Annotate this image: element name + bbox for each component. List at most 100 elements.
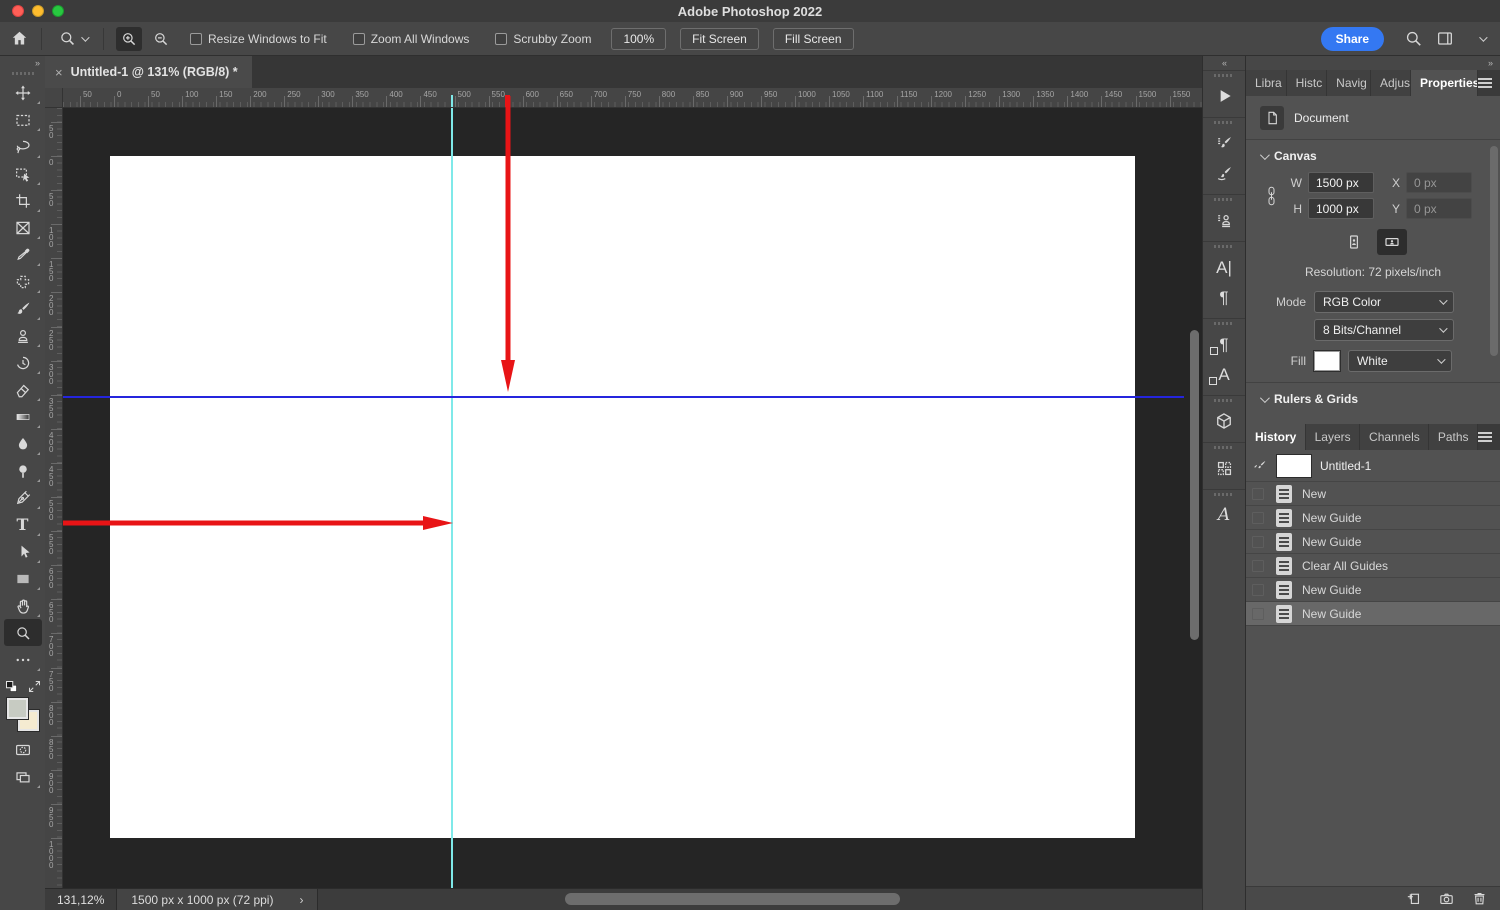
tab-history[interactable]: History (1246, 424, 1306, 450)
tab-paths[interactable]: Paths (1428, 424, 1478, 450)
scrubby-zoom-checkbox[interactable]: Scrubby Zoom (495, 32, 591, 46)
rectangular-marquee-tool[interactable] (4, 106, 42, 133)
zoom-percentage[interactable]: 131,12% (45, 893, 116, 907)
paragraph-panel-button[interactable]: ¶ (1205, 282, 1243, 312)
toolbar-grip[interactable] (11, 72, 34, 75)
close-tab-icon[interactable]: × (55, 65, 63, 80)
tab-layers[interactable]: Layers (1305, 424, 1361, 450)
canvas[interactable] (110, 156, 1135, 838)
panel-menu-icon[interactable] (1478, 78, 1493, 88)
foreground-color-swatch[interactable] (6, 698, 28, 719)
horizontal-scrollbar[interactable] (565, 893, 900, 905)
horizontal-guide[interactable] (63, 396, 1184, 398)
document-tab[interactable]: × Untitled-1 @ 131% (RGB/8) * (45, 56, 252, 88)
vertical-guide[interactable] (451, 108, 453, 888)
history-source-checkbox[interactable] (1252, 607, 1264, 620)
tab-navigator[interactable]: Navig (1327, 70, 1371, 96)
history-item[interactable]: New Guide (1246, 578, 1500, 602)
horizontal-ruler[interactable]: 50 0 50 100 150 200 250 300 350 400 450 500 550 600 65… (45, 88, 1202, 108)
history-source-checkbox[interactable] (1252, 535, 1264, 548)
brush-settings-panel-button[interactable] (1205, 128, 1243, 158)
canvas-section-header[interactable]: Canvas (1259, 140, 1486, 172)
move-tool[interactable] (4, 79, 42, 106)
share-button[interactable]: Share (1320, 26, 1384, 51)
history-source-checkbox[interactable] (1252, 559, 1264, 572)
history-source-checkbox[interactable] (1252, 487, 1264, 500)
clone-source-panel-button[interactable] (1205, 205, 1243, 235)
crop-tool[interactable] (4, 187, 42, 214)
search-button[interactable] (1400, 27, 1426, 51)
healing-brush-tool[interactable] (4, 268, 42, 295)
toolbar-expand-icon[interactable]: » (0, 56, 45, 70)
new-document-from-state-icon[interactable] (1405, 890, 1422, 907)
patterns-panel-button[interactable] (1205, 453, 1243, 483)
default-colors-icon[interactable] (4, 679, 19, 694)
fill-screen-button[interactable]: Fill Screen (772, 27, 854, 50)
portrait-orientation-button[interactable] (1339, 229, 1369, 255)
pen-tool[interactable] (4, 484, 42, 511)
fill-dropdown[interactable]: White (1348, 350, 1452, 372)
history-item[interactable]: New Guide (1246, 530, 1500, 554)
history-snapshot-row[interactable]: Untitled-1 (1246, 450, 1500, 482)
history-source-checkbox[interactable] (1252, 511, 1264, 524)
link-dimensions-button[interactable] (1260, 172, 1282, 219)
vertical-ruler[interactable]: 5 005 01 0 01 5 02 0 02 5 03 0 03 5 04 0… (45, 108, 63, 888)
glyphs-panel-button[interactable]: A (1205, 500, 1243, 530)
rectangle-tool[interactable] (4, 565, 42, 592)
status-chevron-icon[interactable]: › (299, 893, 303, 907)
color-mode-dropdown[interactable]: RGB Color (1314, 291, 1454, 313)
path-selection-tool[interactable] (4, 538, 42, 565)
rulers-grids-section-header[interactable]: Rulers & Grids (1259, 383, 1486, 415)
document-info[interactable]: 1500 px x 1000 px (72 ppi) › (116, 888, 319, 910)
screen-mode-button[interactable] (4, 763, 42, 790)
history-brush-tool[interactable] (4, 349, 42, 376)
tab-channels[interactable]: Channels (1360, 424, 1429, 450)
tab-properties[interactable]: Properties (1411, 70, 1479, 96)
lasso-tool[interactable] (4, 133, 42, 160)
workspace-switcher[interactable] (1464, 27, 1490, 51)
character-panel-button[interactable]: A| (1205, 252, 1243, 282)
fit-screen-button[interactable]: Fit Screen (680, 27, 759, 50)
tab-adjustments[interactable]: Adjus (1371, 70, 1411, 96)
object-selection-tool[interactable] (4, 160, 42, 187)
tab-histogram[interactable]: Histc (1286, 70, 1328, 96)
width-field[interactable]: 1500 px (1308, 172, 1374, 193)
resize-windows-to-fit-checkbox[interactable]: Resize Windows to Fit (190, 32, 327, 46)
properties-scrollbar[interactable] (1490, 146, 1498, 356)
edit-toolbar-button[interactable] (4, 646, 42, 673)
quick-mask-button[interactable] (4, 736, 42, 763)
zoom-in-button[interactable] (116, 26, 142, 51)
panels-collapse-icon[interactable]: « (1203, 56, 1245, 70)
history-item[interactable]: New (1246, 482, 1500, 506)
tab-libraries[interactable]: Libra (1246, 70, 1287, 96)
history-source-checkbox[interactable] (1252, 583, 1264, 596)
history-brush-source-icon[interactable] (1252, 458, 1268, 474)
3d-panel-button[interactable] (1205, 406, 1243, 436)
gradient-tool[interactable] (4, 403, 42, 430)
bit-depth-dropdown[interactable]: 8 Bits/Channel (1314, 319, 1454, 341)
zoom-tool[interactable] (3, 619, 42, 646)
frame-tool[interactable] (4, 214, 42, 241)
hand-tool[interactable] (4, 592, 42, 619)
zoom-out-button[interactable] (148, 27, 174, 51)
zoom-100-button[interactable]: 100% (611, 27, 667, 50)
x-field[interactable]: 0 px (1406, 172, 1472, 193)
actions-panel-button[interactable] (1205, 81, 1243, 111)
eraser-tool[interactable] (4, 376, 42, 403)
panels-expand-icon[interactable]: » (1246, 56, 1500, 70)
paragraph-styles-panel-button[interactable]: ¶ (1205, 329, 1243, 359)
workspace-button[interactable] (1432, 27, 1458, 51)
brushes-panel-button[interactable] (1205, 158, 1243, 188)
fill-color-swatch[interactable] (1314, 351, 1340, 371)
history-item-selected[interactable]: New Guide (1246, 602, 1500, 626)
type-tool[interactable]: T (4, 511, 42, 538)
brush-tool[interactable] (4, 295, 42, 322)
eyedropper-tool[interactable] (4, 241, 42, 268)
zoom-tool-preset[interactable] (54, 29, 91, 48)
dodge-tool[interactable] (4, 457, 42, 484)
home-button[interactable] (10, 27, 29, 51)
character-styles-panel-button[interactable]: A (1205, 359, 1243, 389)
panel-menu-icon[interactable] (1478, 432, 1492, 442)
height-field[interactable]: 1000 px (1308, 198, 1374, 219)
swap-colors-icon[interactable] (27, 679, 42, 694)
